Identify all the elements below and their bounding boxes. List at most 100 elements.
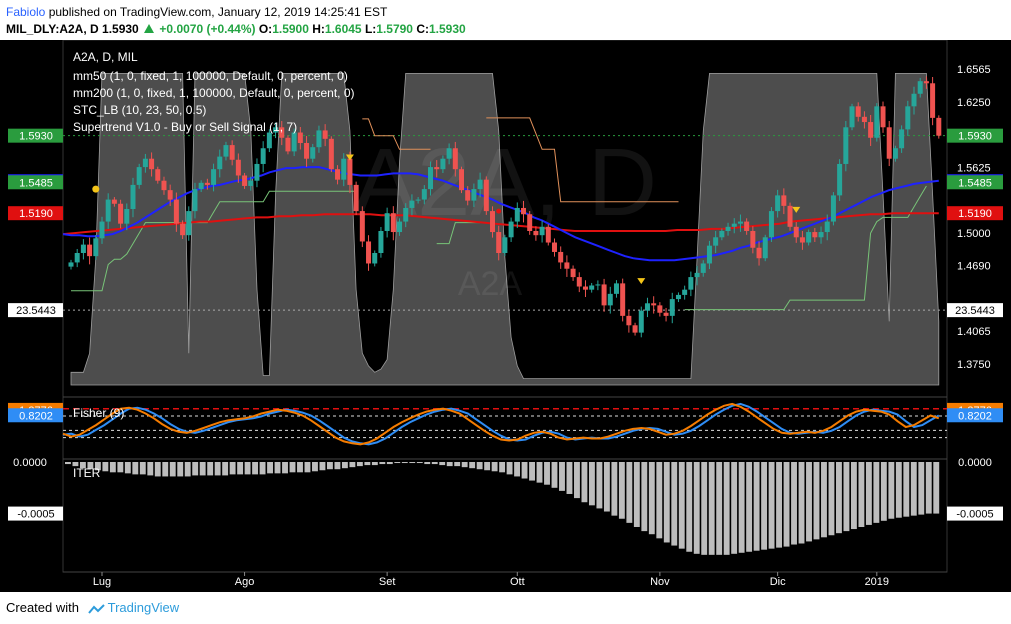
candle-body: [403, 207, 409, 222]
candle-body: [793, 226, 799, 238]
candle-body: [254, 163, 260, 181]
candle-body: [409, 200, 415, 208]
candle-body: [830, 195, 836, 222]
candle-body: [124, 209, 130, 224]
tradingview-brand-link[interactable]: TradingView: [108, 600, 180, 615]
candle-body: [589, 285, 595, 290]
candle-body: [861, 116, 867, 123]
candle-body: [570, 268, 576, 278]
symbol-watermark: A2A, D: [353, 129, 657, 236]
price-axis-tick: 1.3750: [957, 359, 991, 371]
iter-bar: [312, 462, 318, 472]
candle-body: [136, 167, 142, 185]
iter-bar: [469, 462, 476, 469]
iter-tick-right: 0.0000: [958, 457, 992, 469]
iter-bar: [394, 462, 401, 464]
candle-body: [923, 81, 929, 84]
candle-body: [372, 253, 378, 264]
price-axis-tick: 1.4065: [957, 326, 991, 338]
price-change: +0.0070 (+0.44%): [159, 22, 256, 36]
iter-bar: [446, 462, 453, 467]
main-pane-title: A2A, D, MIL: [73, 50, 138, 64]
iter-bar: [102, 462, 109, 472]
iter-bar: [663, 462, 670, 543]
iter-bar: [529, 462, 535, 481]
chart-canvas[interactable]: A2A, D A2A A2A, D, MIL mm50 (1, 0, fixed, 1…: [0, 40, 1011, 592]
iter-bar: [656, 462, 663, 539]
symbol-name[interactable]: MIL_DLY:A2A, D: [6, 22, 99, 36]
chart-area[interactable]: A2A, D A2A A2A, D, MIL mm50 (1, 0, fixed, 1…: [0, 40, 1011, 592]
candle-body: [899, 129, 905, 149]
candle-body: [719, 231, 725, 238]
time-axis-tick: Set: [379, 576, 396, 588]
iter-bar: [633, 462, 640, 527]
candle-body: [613, 283, 619, 294]
candle-body: [397, 221, 403, 233]
iter-bar: [918, 462, 925, 515]
iter-bar: [521, 462, 528, 479]
candle-body: [335, 169, 341, 180]
time-axis-tick: Ago: [235, 576, 255, 588]
close-value: 1.5930: [429, 22, 466, 36]
iter-bar: [903, 462, 910, 517]
candle-body: [118, 203, 124, 224]
candle-body: [601, 284, 607, 306]
iter-bar: [386, 462, 393, 465]
candle-body: [551, 242, 557, 252]
candle-body: [812, 232, 818, 238]
candle-body: [576, 277, 582, 287]
author-link[interactable]: Fabiolo: [6, 5, 45, 19]
candle-body: [849, 106, 855, 128]
iter-bar: [192, 462, 199, 476]
iter-bar: [304, 462, 311, 473]
candle-body: [558, 251, 564, 263]
iter-bar: [439, 462, 446, 466]
iter-bar: [910, 462, 917, 516]
candle-body: [198, 182, 204, 190]
time-axis-tick: Lug: [93, 576, 111, 588]
price-axis-tick: 1.6250: [957, 97, 991, 109]
iter-bar: [491, 462, 498, 472]
iter-bar: [731, 462, 738, 554]
candle-body: [217, 156, 223, 170]
iter-bar: [671, 462, 678, 546]
open-label: O:: [258, 22, 273, 36]
candle-body: [620, 283, 626, 316]
candle-body: [799, 237, 805, 243]
candle-body: [775, 195, 781, 212]
iter-bar: [252, 462, 259, 475]
iter-bar: [873, 462, 880, 523]
candle-body: [353, 184, 359, 212]
indicator-legend-item: mm200 (1, 0, fixed, 1, 100000, Default, …: [73, 86, 355, 100]
iter-bar: [416, 462, 423, 464]
candle-body: [223, 145, 229, 157]
iter-bar: [349, 462, 356, 468]
price-tag-left-text: 1.5190: [19, 208, 53, 220]
candle-body: [713, 237, 719, 246]
indicator-legend-item: STC_LB (10, 23, 50, 0.5): [73, 103, 206, 117]
footer: Created with TradingView: [0, 592, 1011, 624]
candle-body: [694, 272, 700, 278]
candle-body: [242, 175, 248, 186]
iter-bar: [371, 462, 378, 466]
iter-bar: [768, 462, 775, 549]
iter-bar: [484, 462, 491, 471]
candle-body: [824, 221, 830, 233]
iter-bar: [139, 462, 146, 475]
iter-bar: [551, 462, 558, 488]
iter-bar: [499, 462, 506, 473]
iter-bar: [821, 462, 827, 538]
candle-body: [483, 179, 489, 212]
time-axis-tick: Ott: [510, 576, 525, 588]
candle-body: [675, 294, 681, 300]
candle-body: [762, 237, 768, 259]
candle-body: [366, 241, 372, 264]
iter-bar: [124, 462, 131, 474]
iter-bar: [559, 462, 565, 491]
iter-bar: [132, 462, 139, 475]
iter-bar: [506, 462, 513, 475]
iter-bar: [319, 462, 326, 471]
iter-bar: [326, 462, 333, 470]
candle-body: [855, 106, 861, 117]
candle-body: [471, 189, 477, 201]
